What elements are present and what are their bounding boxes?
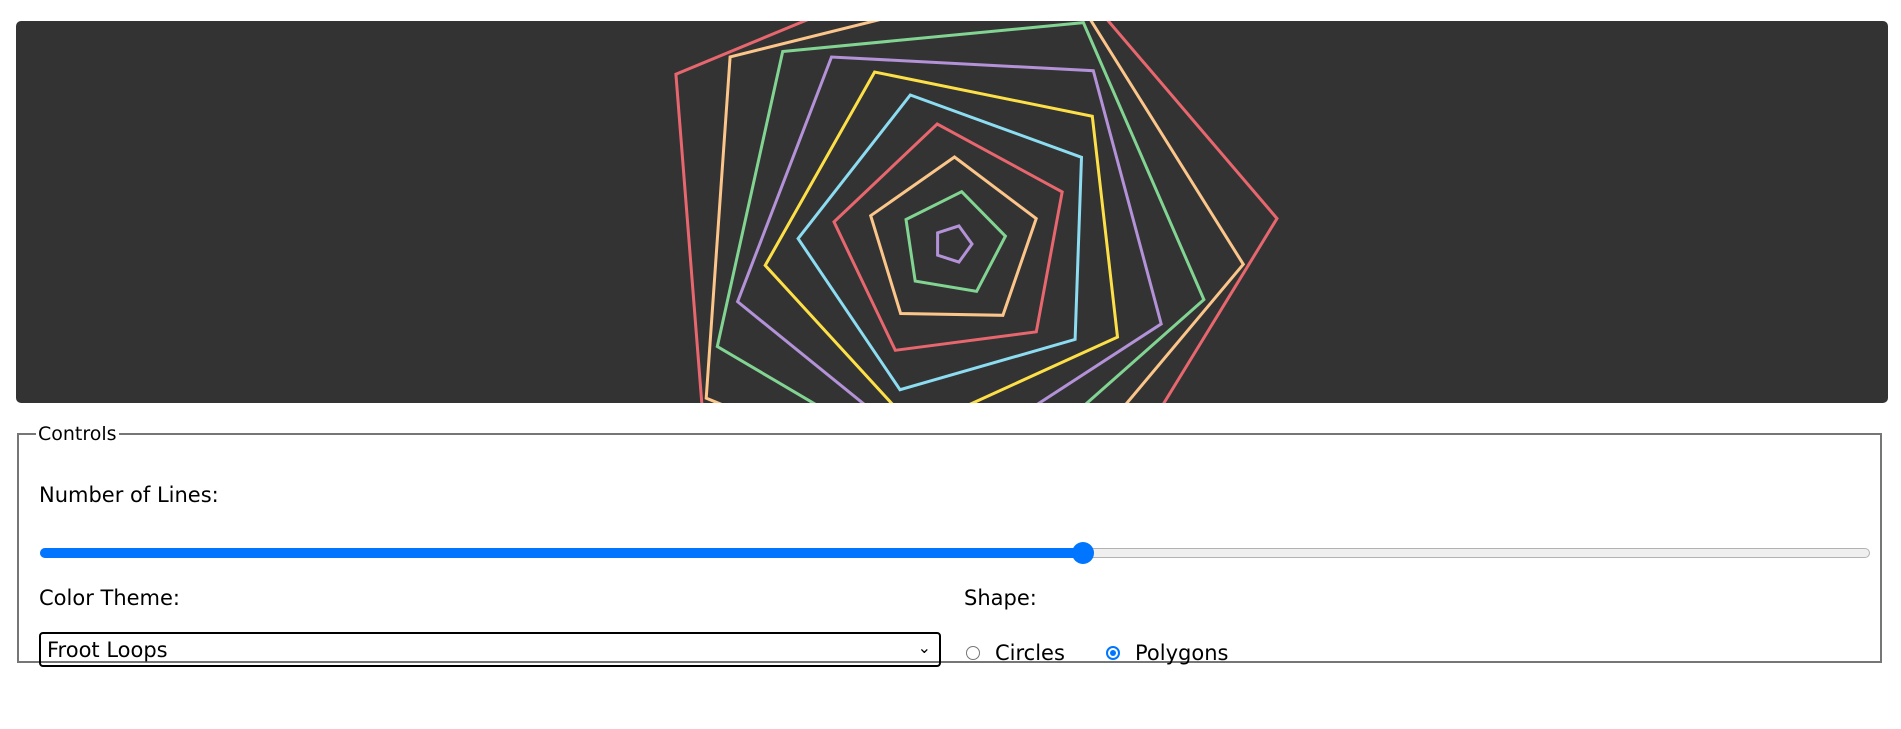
radio-circles[interactable]: Circles bbox=[966, 641, 1065, 665]
radio-circles-button[interactable] bbox=[966, 646, 980, 660]
slider-thumb[interactable] bbox=[1072, 542, 1095, 564]
controls-panel: Controls Number of Lines: Color Theme: F… bbox=[17, 423, 1882, 667]
lines-label: Number of Lines: bbox=[39, 483, 219, 507]
radio-polygons-label: Polygons bbox=[1135, 641, 1229, 665]
slider-fill bbox=[40, 548, 1084, 558]
radio-polygons-button[interactable] bbox=[1106, 646, 1120, 660]
number-of-lines-slider[interactable] bbox=[40, 540, 1870, 564]
color-theme-label: Color Theme: bbox=[39, 586, 181, 610]
pentagon-5 bbox=[763, 70, 1120, 403]
color-theme-value: Froot Loops bbox=[47, 638, 168, 662]
pentagon-2 bbox=[868, 155, 1038, 317]
polygon-art bbox=[674, 21, 1279, 403]
color-theme-select[interactable]: Froot Loops ⌄ bbox=[39, 632, 941, 667]
pentagon-9 bbox=[674, 21, 1279, 403]
drawing-canvas bbox=[16, 21, 1888, 403]
radio-polygons[interactable]: Polygons bbox=[1106, 641, 1228, 665]
radio-circles-label: Circles bbox=[995, 641, 1065, 665]
controls-legend: Controls bbox=[38, 423, 117, 445]
pentagon-3 bbox=[832, 122, 1064, 352]
pentagon-8 bbox=[704, 21, 1246, 403]
chevron-down-icon: ⌄ bbox=[917, 638, 931, 657]
pentagon-1 bbox=[904, 189, 1008, 294]
pentagon-0 bbox=[936, 224, 974, 264]
shape-label: Shape: bbox=[964, 586, 1037, 610]
